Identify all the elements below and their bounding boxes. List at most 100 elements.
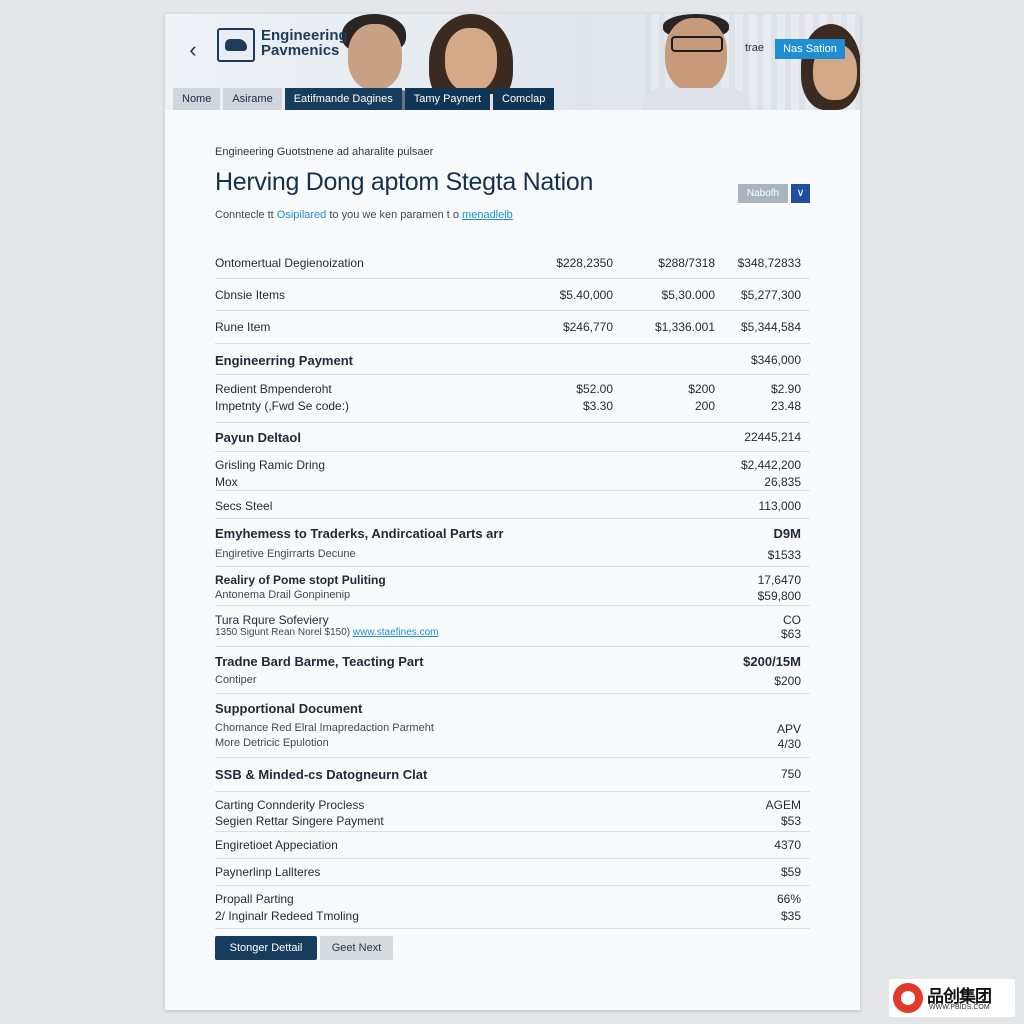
row-value: $288/7318 <box>658 256 715 270</box>
row-value: 200 <box>694 399 715 413</box>
header-cta-button[interactable]: Nas Sation <box>775 39 845 59</box>
row-value: $52.00 <box>576 382 613 396</box>
logo-line1: Engineering <box>261 27 348 44</box>
row-label: Secs Steel <box>215 499 273 513</box>
row-label: Engiretioet Appeciation <box>215 838 338 852</box>
row-value: CO <box>783 613 801 627</box>
row-value: 26,835 <box>764 475 801 489</box>
row-value: $59,800 <box>757 589 801 603</box>
tab-asirame[interactable]: Asirame <box>223 88 282 110</box>
table-section-row: Payun Deltaol 22445,214 <box>215 423 810 452</box>
row-label: Engiretive Engirrarts Decune <box>215 548 356 560</box>
row-label: Carting Connderity Procless <box>215 798 365 812</box>
row-label: Tura Rqure Sofeviery <box>215 613 329 627</box>
row-label: Propall Parting <box>215 892 294 906</box>
row-label: Redient Bmpenderoht <box>215 382 332 396</box>
row-value: 17,6470 <box>757 573 801 587</box>
chevron-down-icon[interactable]: ∨ <box>791 184 810 203</box>
row-value: $53 <box>780 814 801 828</box>
back-button[interactable]: ‹ <box>183 38 203 62</box>
row-value: 750 <box>780 767 801 781</box>
subtitle-link-2[interactable]: menadlelb <box>462 209 513 221</box>
watermark-logo-icon <box>893 983 923 1013</box>
table-row: Engiretioet Appeciation 4370 <box>215 832 810 859</box>
row-label: Ontomertual Degienoization <box>215 256 364 270</box>
tab-eatifmande-dagines[interactable]: Eatifmande Dagines <box>284 88 402 110</box>
row-value: $63 <box>780 627 801 641</box>
table-row: Rune Item $246,770 $1,336.001 $5,344,584 <box>215 311 810 344</box>
row-value: 4/30 <box>777 737 801 751</box>
header-link[interactable]: trae <box>745 42 764 54</box>
row-value: 22445,214 <box>744 430 801 444</box>
row-label: Paynerlinp Lallteres <box>215 865 321 879</box>
row-label: Cbnsie Items <box>215 288 286 302</box>
table-row: Paynerlinp Lallteres $59 <box>215 859 810 886</box>
row-value: $2,442,200 <box>740 458 801 472</box>
row-value: 23.48 <box>770 399 801 413</box>
photo-person-4 <box>801 24 860 110</box>
table-section-row: Tradne Bard Barme, Teacting Part Contipe… <box>215 647 810 694</box>
row-label: Chomance Red Elral Imapredaction Parmeht <box>215 722 434 734</box>
section-label: Realiry of Pome stopt Puliting <box>215 573 386 587</box>
nav-tabs: Nome Asirame Eatifmande Dagines Tamy Pay… <box>173 88 555 110</box>
table-section-row: Emyhemess to Traderks, Andircatioal Part… <box>215 519 810 567</box>
row-label: 1350 Sigunt Rean Norel $150) www.staefin… <box>215 627 439 638</box>
row-value: $35 <box>780 909 801 923</box>
row-value: $228,2350 <box>556 256 613 270</box>
row-value: APV <box>776 722 801 736</box>
tab-nome[interactable]: Nome <box>173 88 221 110</box>
row-value: $246,770 <box>562 320 613 334</box>
row-value: $200/15M <box>743 654 801 669</box>
row-value: $346,000 <box>750 353 801 367</box>
tab-comclap[interactable]: Comclap <box>493 88 555 110</box>
row-value: $1533 <box>767 548 801 562</box>
subtitle-link[interactable]: Osipilared <box>277 209 327 221</box>
primary-button[interactable]: Stonger Dettail <box>215 936 317 960</box>
section-label: Tradne Bard Barme, Teacting Part <box>215 654 424 669</box>
row-value: D9M <box>773 526 801 541</box>
section-label: Payun Deltaol <box>215 430 301 445</box>
row-value: $5,277,300 <box>740 288 801 302</box>
section-label: Emyhemess to Traderks, Andircatioal Part… <box>215 526 504 541</box>
photo-person-3 <box>641 14 751 110</box>
row-value: $200 <box>774 674 801 688</box>
filter-select[interactable]: Nabofh <box>738 184 788 203</box>
row-value: $5,30.000 <box>661 288 715 302</box>
content-header: Engineering Guotstnene ad aharalite puls… <box>215 146 810 221</box>
row-value: $59 <box>780 865 801 879</box>
row-value: $348,72833 <box>737 256 801 270</box>
watermark: 品创集团 WWW.PBIDS.COM <box>889 979 1015 1017</box>
row-value: $2.90 <box>770 382 801 396</box>
table-row: Redient Bmpenderoht Impetnty (,Fwd Se co… <box>215 375 810 423</box>
row-value: $200 <box>688 382 715 396</box>
table-row: Tura Rqure Sofeviery 1350 Sigunt Rean No… <box>215 606 810 647</box>
document-page: ‹ Engineering Pavmenics trae Nas Sation … <box>165 14 860 1010</box>
table-row: Cbnsie Items $5.40,000 $5,30.000 $5,277,… <box>215 279 810 311</box>
table-row: Secs Steel 113,000 <box>215 491 810 519</box>
eyebrow-text: Engineering Guotstnene ad aharalite puls… <box>215 146 434 158</box>
table-section-row: Realiry of Pome stopt Puliting Antonema … <box>215 567 810 606</box>
logo-icon <box>217 28 255 62</box>
section-label: Supportional Document <box>215 701 363 716</box>
section-label: SSB & Minded-cs Datogneurn Clat <box>215 767 428 782</box>
row-label: Impetnty (,Fwd Se code:) <box>215 399 350 413</box>
row-value: AGEM <box>765 798 801 812</box>
tab-tamy-paynert[interactable]: Tamy Paynert <box>404 88 490 110</box>
row-value: $5.40,000 <box>559 288 613 302</box>
page-title: Herving Dong aptom Stegta Nation <box>215 168 594 196</box>
table-section-row: Supportional Document Chomance Red Elral… <box>215 694 810 758</box>
table-section-row: SSB & Minded-cs Datogneurn Clat 750 <box>215 758 810 792</box>
table-row: Propall Parting 2/ Inginalr Redeed Tmoli… <box>215 886 810 929</box>
row-value: $5,344,584 <box>740 320 801 334</box>
row-label: Mox <box>215 475 238 489</box>
row-label: Grisling Ramic Dring <box>215 458 326 472</box>
row-label: 2/ Inginalr Redeed Tmoling <box>215 909 359 923</box>
next-button[interactable]: Geet Next <box>320 936 393 960</box>
page-subtitle: Conntecle tt Osipilared to you we ken pa… <box>215 209 513 221</box>
website-link[interactable]: www.staefines.com <box>353 627 439 638</box>
row-label: Segien Rettar Singere Payment <box>215 814 384 828</box>
row-value: 113,000 <box>758 499 802 513</box>
watermark-url: WWW.PBIDS.COM <box>929 1004 990 1011</box>
row-label: More Detricic Epulotion <box>215 737 329 749</box>
row-label: Antonema Drail Gonpinenip <box>215 589 351 601</box>
